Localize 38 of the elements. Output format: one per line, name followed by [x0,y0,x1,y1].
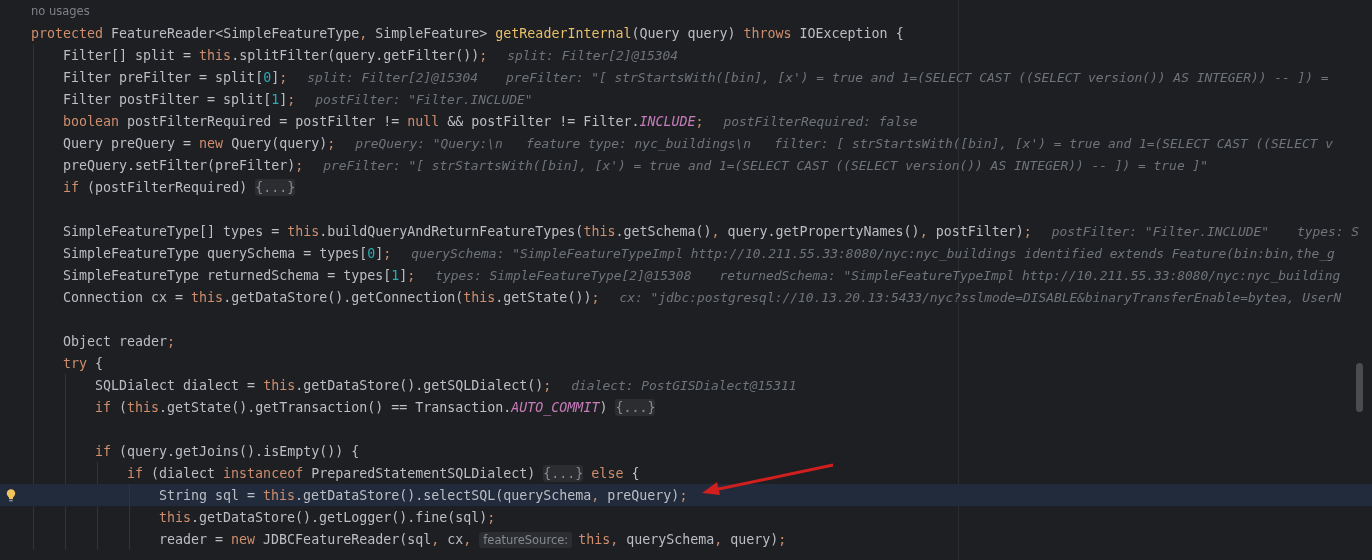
inline-value-hint: preQuery: "Query:\n feature type: nyc_buildings\n filter: [ strStartsWith([bin], [x') = true and 1=(SELECT CAST ((SELECT v [355,135,1334,151]
code-line: this.getDataStore().getLogger().fine(sql); [159,509,496,525]
inline-value-hint: cx: "jdbc:postgresql://10.13.20.13:5433/nyc?sslmode=DISABLE&binaryTransferEnable=bytea, UserN [619,289,1342,305]
code-line: SQLDialect dialect = this.getDataStore().getSQLDialect(); [95,377,552,393]
inline-value-hint: preFilter: "[ strStartsWith([bin], [x') = true and 1=(SELECT CAST ((SELECT version()) AS INTEGER)) -- ]) = [505,69,1329,85]
code-line: protected FeatureReader<SimpleFeatureType, SimpleFeature> getReaderInternal(Query query) throws IOException { [31,25,904,41]
inline-value-hint: postFilter: "Filter.INCLUDE" [1051,223,1270,239]
inline-value-hint: preFilter: "[ strStartsWith([bin], [x') = true and 1=(SELECT CAST ((SELECT version()) AS INTEGER)) -- ]) = true ]" [323,157,1208,173]
inline-value-hint: postFilterRequired: false [723,113,918,129]
code-line: if (postFilterRequired) {...} [63,179,296,195]
code-line: if (this.getState().getTransaction() == Transaction.AUTO_COMMIT) {...} [95,399,656,415]
inline-value-hint: split: Filter[2]@15304 [307,69,478,85]
code-line: Filter preFilter = split[0]; [63,69,288,85]
inline-value-hint: split: Filter[2]@15304 [507,47,679,63]
inline-value-hint: querySchema: "SimpleFeatureTypeImpl http://10.211.55.33:8080/nyc:nyc_buildings identified extends Feature(bin:bin,the_g [411,245,1335,261]
usage-hint[interactable]: no usages [31,4,90,18]
inline-value-hint: dialect: PostGISDialect@15311 [571,377,797,393]
code-line: boolean postFilterRequired = postFilter != null && postFilter != Filter.INCLUDE; [63,113,704,129]
code-line: Filter[] split = this.splitFilter(query.getFilter()); [63,47,488,63]
code-line: String sql = this.getDataStore().selectSQL(querySchema, preQuery); [159,487,688,503]
code-line: try { [63,355,104,371]
inline-value-hint: types: SimpleFeatureType[2]@15308 [435,267,692,283]
code-line: if (dialect instanceof PreparedStatementSQLDialect) {...} else { [127,465,640,481]
inline-value-hint: returnedSchema: "SimpleFeatureTypeImpl http://10.211.55.33:8080/nyc:nyc_building [719,267,1341,283]
code-line: preQuery.setFilter(preFilter); [63,157,304,173]
code-line: SimpleFeatureType[] types = this.buildQueryAndReturnFeatureTypes(this.getSchema(), query.getPropertyNames(), postFilter); [63,223,1032,239]
code-line: if (query.getJoins().isEmpty()) { [95,443,360,459]
code-line: Filter postFilter = split[1]; [63,91,296,107]
inline-value-hint: types: S [1297,223,1360,239]
code-line: reader = new JDBCFeatureReader(sql, cx, featureSource: this, querySchema, query); [159,531,787,547]
code-line: SimpleFeatureType returnedSchema = types[1]; [63,267,416,283]
inline-value-hint: postFilter: "Filter.INCLUDE" [315,91,533,107]
code-line: Object reader; [63,333,176,349]
lightbulb-icon[interactable] [6,488,16,502]
code-line: SimpleFeatureType querySchema = types[0]; [63,245,392,261]
code-line: Query preQuery = new Query(query); [63,135,336,151]
scrollbar-thumb[interactable] [1356,363,1363,412]
code-line: Connection cx = this.getDataStore().getConnection(this.getState()); [63,289,600,305]
